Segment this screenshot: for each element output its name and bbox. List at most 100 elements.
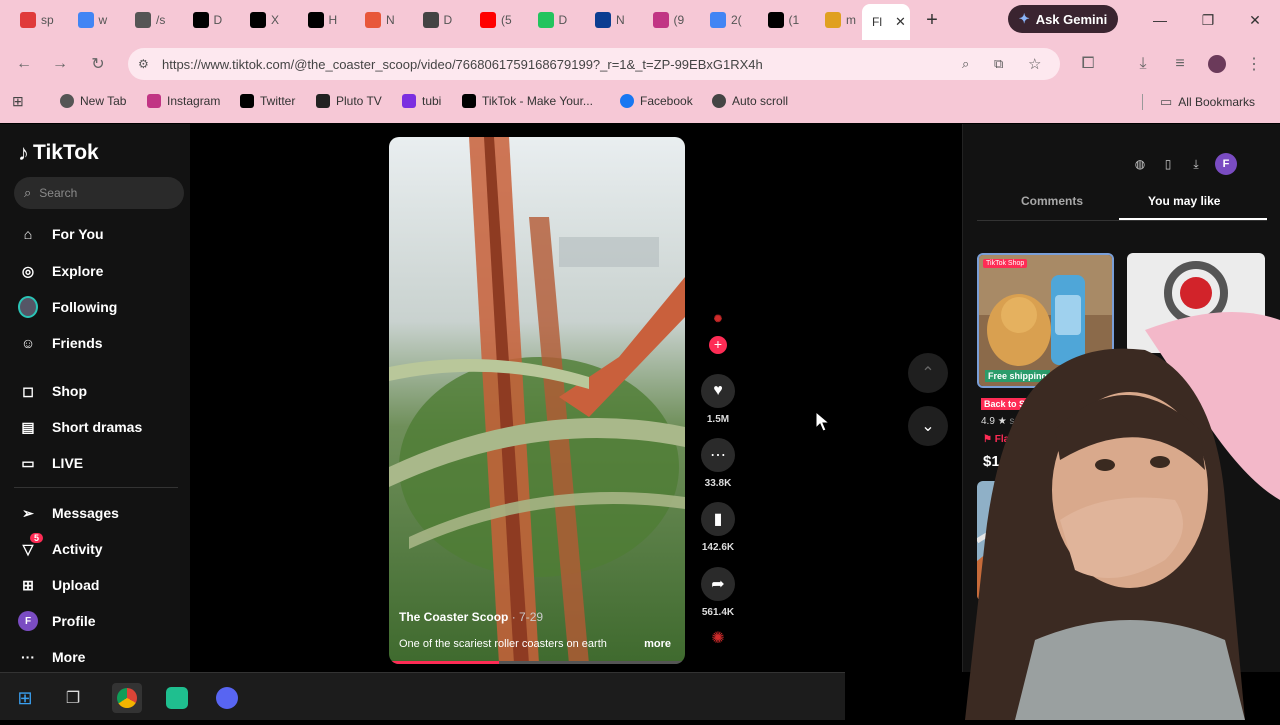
facebook-icon (620, 94, 634, 108)
nav-upload[interactable]: ⊞ Upload (18, 575, 99, 595)
minimize-icon[interactable]: — (1148, 8, 1172, 32)
browser-tab[interactable]: 2( (700, 8, 742, 32)
search-input[interactable]: ⌕ Search (14, 177, 184, 209)
browser-tab[interactable]: m (815, 8, 856, 32)
phone-icon[interactable]: ▯ (1159, 155, 1177, 173)
search-icon: ⌕ (24, 185, 32, 200)
tab-label: D (558, 13, 568, 27)
follow-plus-icon[interactable]: + (709, 336, 727, 354)
compass-icon[interactable]: ◍ (1131, 155, 1149, 173)
download-icon[interactable]: ⤓ (1131, 52, 1155, 76)
all-bookmarks[interactable]: ▭ All Bookmarks (1160, 94, 1255, 110)
extensions-icon[interactable]: ⧠ (1076, 52, 1100, 76)
nav-live[interactable]: ▭ LIVE (18, 453, 83, 473)
install-icon[interactable]: ⧉ (994, 56, 1003, 72)
comment-button[interactable]: ⋯ 33.8K (699, 438, 737, 489)
download-app-icon[interactable]: ⤓ (1187, 155, 1205, 173)
user-avatar[interactable]: F (1215, 153, 1237, 175)
video-player[interactable]: The Coaster Scoop · 7-29 One of the scar… (389, 137, 685, 664)
back-icon[interactable]: ← (12, 52, 36, 76)
browser-tab[interactable]: H (298, 8, 337, 32)
new-tab-button[interactable]: + (920, 8, 944, 32)
reload-icon[interactable]: ↻ (86, 52, 110, 76)
bookmark-twitter[interactable]: Twitter (240, 94, 295, 108)
nav-shop[interactable]: ◻ Shop (18, 381, 87, 401)
nav-messages[interactable]: ➢ Messages (18, 503, 119, 523)
bookmark-pluto-tv[interactable]: Pluto TV (316, 94, 382, 108)
browser-tab[interactable]: D (413, 8, 452, 32)
music-disc-icon[interactable]: ✺ (699, 628, 737, 656)
browser-tab[interactable]: D (183, 8, 222, 32)
browser-tab[interactable]: D (528, 8, 568, 32)
media-icon[interactable]: ≡ (1168, 52, 1192, 76)
tab-favicon-icon (77, 12, 94, 28)
address-bar[interactable]: ⚙ https://www.tiktok.com/@the_coaster_sc… (128, 48, 1060, 80)
start-windows-icon[interactable]: ⊞ (10, 683, 40, 713)
save-button[interactable]: ▮ 142.6K (699, 502, 737, 553)
bookmark-label: Facebook (640, 94, 693, 108)
nav-following[interactable]: Following (18, 296, 118, 318)
app-taskbar-icon[interactable] (162, 683, 192, 713)
tiktok-logo[interactable]: ♪ TikTok (18, 140, 99, 166)
browser-tab[interactable]: N (355, 8, 395, 32)
browser-tab[interactable]: (9 (643, 8, 685, 32)
menu-icon[interactable]: ⋮ (1242, 52, 1266, 76)
bookmark-instagram[interactable]: Instagram (147, 94, 220, 108)
profile-icon[interactable] (1205, 52, 1229, 76)
window-close-icon[interactable]: ✕ (1243, 8, 1267, 32)
nav-activity[interactable]: ▽ 5 Activity (18, 533, 103, 559)
video-date: 7-29 (519, 610, 544, 624)
site-info-icon[interactable]: ⚙ (138, 57, 149, 71)
tab-label: X (271, 13, 280, 27)
zoom-icon[interactable]: ⌕ (962, 56, 969, 72)
toolbar: ← → ↻ ⚙ https://www.tiktok.com/@the_coas… (0, 44, 1280, 84)
webcam-image (965, 312, 1280, 720)
close-tab-icon[interactable]: ✕ (895, 14, 906, 30)
browser-tab[interactable]: (1 (758, 8, 799, 32)
apps-icon[interactable]: ⊞ (12, 93, 24, 110)
restore-icon[interactable]: ❐ (1196, 8, 1220, 32)
forward-icon[interactable]: → (48, 52, 72, 76)
like-button[interactable]: ♥ 1.5M (699, 374, 737, 425)
nav-label: Following (52, 299, 118, 315)
nav-friends[interactable]: ☺ Friends (18, 333, 103, 353)
browser-tab[interactable]: w (68, 8, 107, 32)
bookmark-tiktok[interactable]: TikTok - Make Your... (462, 94, 593, 108)
browser-tab[interactable]: /s (125, 8, 165, 32)
nav-profile[interactable]: F Profile (18, 611, 96, 631)
video-author-line[interactable]: The Coaster Scoop · 7-29 (399, 610, 543, 624)
share-button[interactable]: ➦ 561.4K (699, 567, 737, 618)
nav-short-dramas[interactable]: ▤ Short dramas (18, 417, 142, 437)
mouse-cursor-icon (815, 411, 831, 432)
nav-more[interactable]: ··· More (18, 647, 85, 667)
bookmark-facebook[interactable]: Facebook (620, 94, 693, 108)
video-progress-bar[interactable] (389, 661, 685, 664)
tab-favicon-icon (595, 12, 611, 28)
tab-label: (9 (673, 13, 685, 27)
bookmark-tubi[interactable]: tubi (402, 94, 441, 108)
nav-explore[interactable]: ◎ Explore (18, 261, 103, 281)
more-link[interactable]: more (644, 638, 671, 650)
chrome-taskbar-icon[interactable] (112, 683, 142, 713)
tab-comments[interactable]: Comments (1021, 194, 1083, 208)
task-view-icon[interactable]: ❐ (58, 683, 88, 713)
tab-active[interactable]: Fl ✕ (862, 4, 910, 40)
bookmark-new-tab[interactable]: New Tab (60, 94, 126, 108)
video-author[interactable]: The Coaster Scoop (399, 610, 508, 624)
nav-label: Upload (52, 577, 100, 593)
bookmark-label: tubi (422, 94, 442, 108)
nav-label: Activity (52, 541, 103, 557)
top-right-icons: ◍ ▯ ⤓ F (1131, 150, 1237, 178)
nav-for-you[interactable]: ⌂ For You (18, 224, 104, 244)
discord-taskbar-icon[interactable] (212, 683, 242, 713)
creator-avatar[interactable]: ✺ + (699, 304, 737, 354)
browser-tab[interactable]: N (585, 8, 625, 32)
bookmark-auto-scroll[interactable]: Auto scroll (712, 94, 788, 108)
tab-you-may-like[interactable]: You may like (1148, 194, 1220, 208)
video-frame (389, 137, 685, 664)
bookmark-star-icon[interactable]: ☆ (1028, 55, 1041, 73)
browser-tab[interactable]: sp (10, 8, 54, 32)
browser-tab[interactable]: X (240, 8, 279, 32)
ask-gemini-button[interactable]: ✦ Ask Gemini (1008, 5, 1118, 33)
browser-tab[interactable]: (5 (470, 8, 512, 32)
